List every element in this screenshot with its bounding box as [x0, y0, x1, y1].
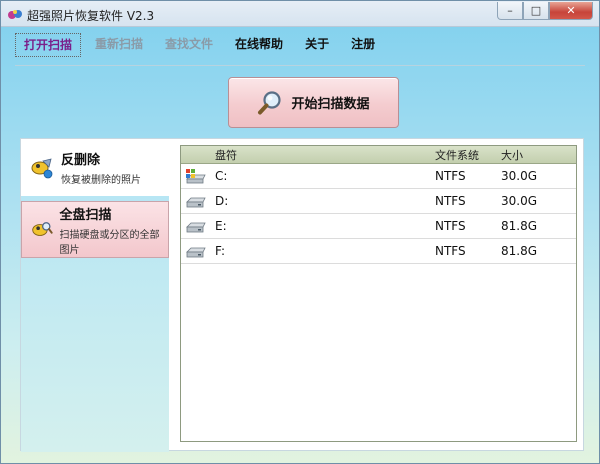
menu-register[interactable]: 注册: [343, 33, 383, 57]
maximize-button[interactable]: □: [523, 2, 549, 20]
menu-rescan[interactable]: 重新扫描: [87, 33, 151, 57]
start-scan-label: 开始扫描数据: [291, 97, 370, 112]
menu-find-files[interactable]: 查找文件: [157, 33, 221, 57]
drive-filesystem: NTFS: [435, 219, 466, 233]
menu-divider: [15, 65, 585, 66]
drive-filesystem: NTFS: [435, 169, 466, 183]
window-title: 超强照片恢复软件 V2.3: [27, 9, 155, 23]
app-window: 超强照片恢复软件 V2.3 – □ ✕ 打开扫描 重新扫描 查找文件 在线帮助 …: [0, 0, 600, 464]
disk-scan-icon: [32, 221, 53, 236]
column-header-drive[interactable]: 盘符: [215, 147, 237, 163]
drive-size: 81.8G: [501, 219, 538, 233]
content-panel: 反删除 恢复被删除的照片 全盘扫描 扫描硬盘或分区的全部图片 盘符 文件系统 大…: [20, 138, 584, 452]
menu-bar: 打开扫描 重新扫描 查找文件 在线帮助 关于 注册: [15, 33, 389, 57]
full-scan-subtitle: 扫描硬盘或分区的全部图片: [59, 229, 160, 256]
hard-drive-icon: [186, 247, 206, 258]
table-row[interactable]: D: NTFS 30.0G: [181, 189, 576, 214]
drive-filesystem: NTFS: [435, 194, 466, 208]
window-controls: – □ ✕: [497, 2, 593, 20]
drive-size: 81.8G: [501, 244, 538, 258]
app-logo-icon: [8, 10, 22, 19]
close-button[interactable]: ✕: [549, 2, 593, 20]
table-row[interactable]: C: NTFS 30.0G: [181, 164, 576, 189]
table-row[interactable]: F: NTFS 81.8G: [181, 239, 576, 264]
drive-size: 30.0G: [501, 169, 538, 183]
system-drive-icon: [186, 169, 206, 184]
column-header-filesystem[interactable]: 文件系统: [435, 147, 479, 163]
hard-drive-icon: [186, 222, 206, 233]
sidebar-item-undelete[interactable]: 反删除 恢复被删除的照片: [21, 139, 169, 196]
hard-drive-icon: [186, 197, 206, 208]
start-scan-button[interactable]: 开始扫描数据: [228, 77, 399, 128]
undelete-icon: [31, 157, 53, 178]
drive-name: E:: [215, 219, 227, 233]
sidebar-item-full-scan[interactable]: 全盘扫描 扫描硬盘或分区的全部图片: [21, 201, 169, 258]
maximize-icon: □: [530, 4, 542, 17]
menu-open-scan[interactable]: 打开扫描: [15, 33, 82, 57]
drive-table[interactable]: 盘符 文件系统 大小 C: NTFS 30.0G D: NTFS 30.0G E…: [180, 145, 577, 442]
drive-name: D:: [215, 194, 229, 208]
drive-filesystem: NTFS: [435, 244, 466, 258]
undelete-subtitle: 恢复被删除的照片: [61, 175, 141, 186]
menu-about[interactable]: 关于: [297, 33, 337, 57]
drive-name: C:: [215, 169, 228, 183]
title-bar[interactable]: 超强照片恢复软件 V2.3 – □ ✕: [1, 1, 599, 27]
full-scan-title: 全盘扫描: [59, 207, 112, 223]
drive-size: 30.0G: [501, 194, 538, 208]
minimize-button[interactable]: –: [497, 2, 523, 20]
undelete-title: 反删除: [61, 153, 101, 168]
magnifier-icon: [258, 90, 282, 114]
minimize-icon: –: [507, 4, 513, 17]
table-row[interactable]: E: NTFS 81.8G: [181, 214, 576, 239]
drive-name: F:: [215, 244, 226, 258]
column-header-size[interactable]: 大小: [501, 147, 523, 163]
menu-online-help[interactable]: 在线帮助: [227, 33, 291, 57]
drive-table-header: 盘符 文件系统 大小: [181, 146, 576, 164]
close-icon: ✕: [566, 4, 576, 17]
